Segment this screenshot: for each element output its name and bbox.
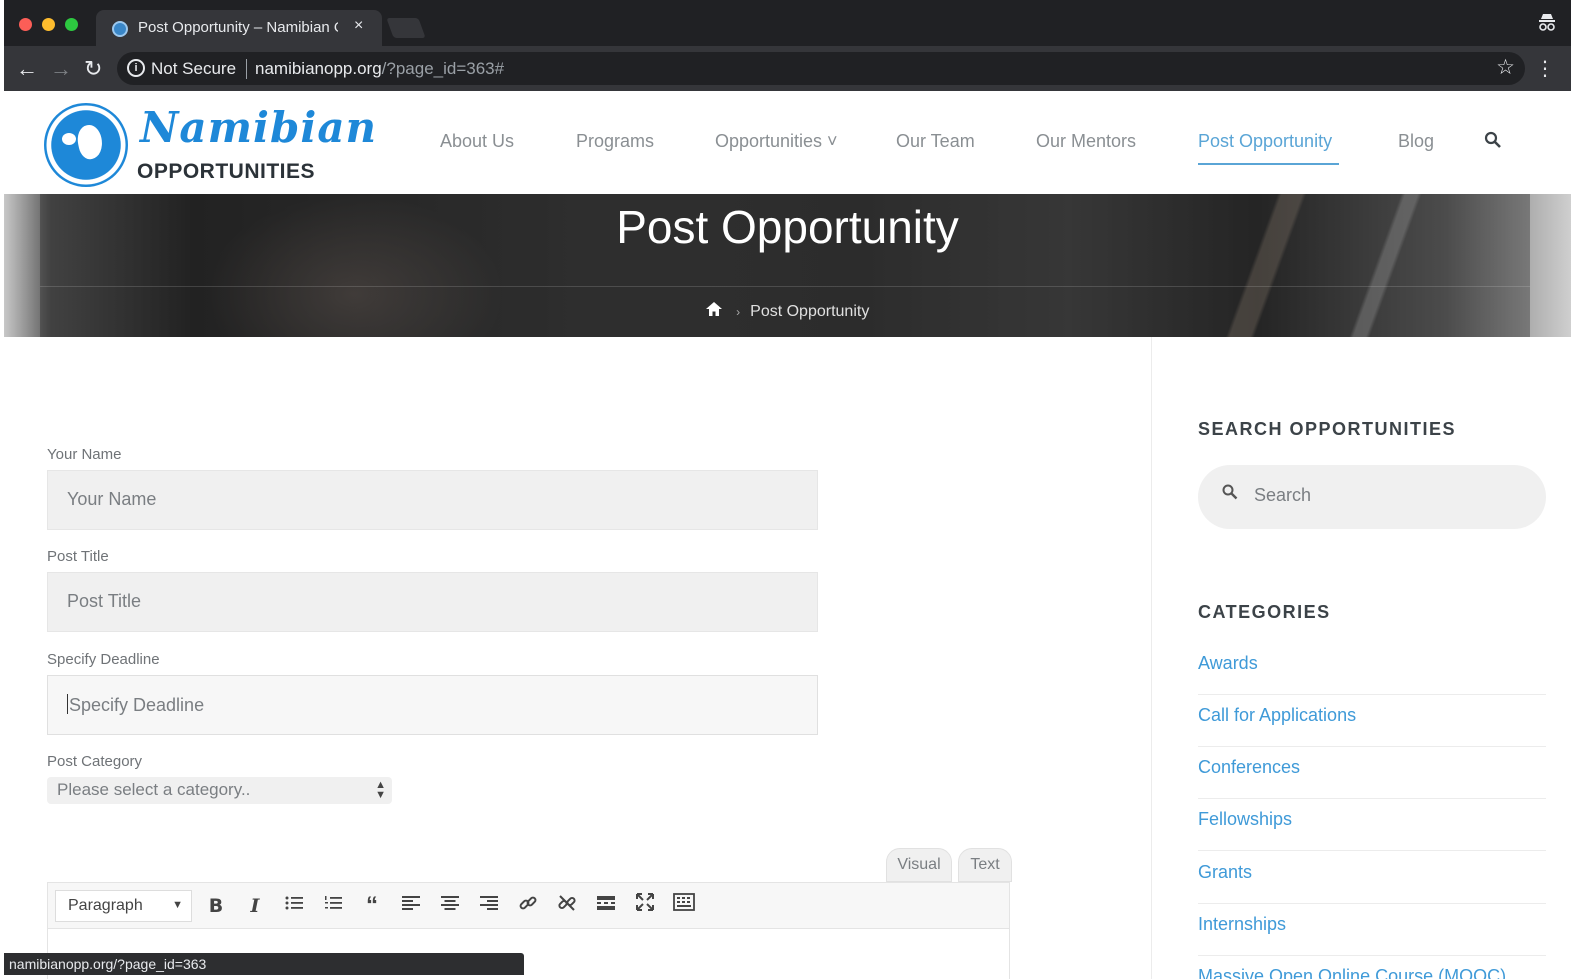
search-placeholder: Search [1254, 485, 1312, 505]
security-label: Not Secure [151, 59, 237, 78]
nav-programs[interactable]: Programs [576, 131, 654, 152]
tab-title: Post Opportunity – Namibian O [138, 19, 338, 36]
editor-toolbar: Paragraph ▼ B I “ [48, 883, 1009, 929]
bold-icon[interactable]: B [203, 893, 229, 919]
format-select-value: Paragraph [68, 897, 143, 914]
site-header: Namibian OPPORTUNITIES About Us Programs… [4, 91, 1571, 195]
text-caret [67, 694, 68, 714]
reload-icon[interactable]: ↻ [84, 56, 102, 82]
url-path: /?page_id=363# [381, 59, 505, 78]
post-title-input[interactable]: Post Title [47, 572, 818, 632]
post-category-label: Post Category [47, 753, 143, 770]
page-hero-banner: Post Opportunity › Post Opportunity [4, 194, 1571, 337]
sidebar-search-input[interactable]: Search [1198, 465, 1546, 529]
breadcrumb-current: Post Opportunity [750, 303, 870, 320]
breadcrumb: › Post Opportunity [4, 302, 1571, 321]
browser-tab-bar: Post Opportunity – Namibian O × [4, 0, 1571, 46]
browser-tab[interactable]: Post Opportunity – Namibian O × [96, 10, 382, 46]
align-left-icon[interactable] [398, 893, 424, 919]
globe-land-shape [74, 122, 106, 162]
numbered-list-icon[interactable] [320, 893, 346, 919]
search-icon [1222, 484, 1238, 505]
category-link-fellowships[interactable]: Fellowships [1198, 799, 1546, 851]
deadline-label: Specify Deadline [47, 651, 160, 668]
your-name-input[interactable]: Your Name [47, 470, 818, 530]
address-separator [246, 59, 247, 79]
content-sidebar-divider [1151, 337, 1152, 979]
category-link-awards[interactable]: Awards [1198, 643, 1546, 695]
post-category-selected: Please select a category.. [57, 780, 251, 799]
category-link-mooc[interactable]: Massive Open Online Course (MOOC) [1198, 956, 1546, 979]
category-link-internships[interactable]: Internships [1198, 904, 1546, 956]
favicon-icon [112, 21, 128, 37]
editor-tab-text[interactable]: Text [958, 848, 1012, 882]
chevron-down-icon: ▼ [172, 899, 183, 911]
breadcrumb-chevron-icon: › [736, 305, 741, 319]
format-select[interactable]: Paragraph ▼ [55, 890, 192, 922]
blockquote-icon[interactable]: “ [359, 893, 385, 919]
window-close-button[interactable] [19, 18, 32, 31]
globe-logo-icon[interactable] [44, 103, 128, 187]
fullscreen-icon[interactable] [632, 893, 658, 919]
nav-our-team[interactable]: Our Team [896, 131, 975, 152]
page-title: Post Opportunity [616, 201, 959, 253]
align-center-icon[interactable] [437, 893, 463, 919]
link-icon[interactable] [515, 893, 541, 919]
url-text[interactable]: namibianopp.org/?page_id=363# [255, 59, 504, 79]
category-link-conferences[interactable]: Conferences [1198, 747, 1546, 799]
italic-icon[interactable]: I [242, 893, 268, 919]
nav-about-us[interactable]: About Us [440, 131, 514, 152]
category-link-call-for-applications[interactable]: Call for Applications [1198, 695, 1546, 747]
editor-tab-visual[interactable]: Visual [886, 848, 952, 882]
browser-toolbar: ← → ↻ i Not Secure namibianopp.org/?page… [4, 46, 1571, 91]
category-link-grants[interactable]: Grants [1198, 852, 1546, 904]
deadline-input[interactable]: Specify Deadline [47, 675, 818, 735]
link-status-bar: namibianopp.org/?page_id=363 [4, 953, 524, 975]
hero-divider [40, 286, 1530, 287]
toolbar-toggle-icon[interactable] [671, 893, 697, 919]
deadline-placeholder: Specify Deadline [69, 695, 205, 715]
search-icon[interactable] [1484, 131, 1502, 154]
address-bar[interactable]: i Not Secure namibianopp.org/?page_id=36… [117, 52, 1525, 85]
globe-land-shape-small [62, 133, 76, 145]
browser-menu-icon[interactable]: ⋮ [1535, 56, 1555, 81]
back-arrow-icon[interactable]: ← [16, 56, 38, 82]
nav-post-opportunity[interactable]: Post Opportunity [1198, 131, 1332, 152]
url-host: namibianopp.org [255, 59, 382, 78]
your-name-label: Your Name [47, 446, 122, 463]
home-icon[interactable] [705, 302, 726, 320]
categories-widget-title: CATEGORIES [1198, 602, 1331, 622]
post-title-label: Post Title [47, 548, 109, 565]
align-right-icon[interactable] [476, 893, 502, 919]
info-icon[interactable]: i [127, 59, 145, 77]
nav-our-mentors[interactable]: Our Mentors [1036, 131, 1136, 152]
tab-close-icon[interactable]: × [354, 17, 363, 35]
read-more-icon[interactable] [593, 893, 619, 919]
incognito-icon [1537, 12, 1557, 37]
bookmark-star-icon[interactable]: ☆ [1496, 55, 1515, 80]
nav-opportunities[interactable]: Opportunities ˅ [715, 131, 838, 152]
bullet-list-icon[interactable] [281, 893, 307, 919]
search-widget-title: SEARCH OPPORTUNITIES [1198, 419, 1457, 439]
browser-window: Post Opportunity – Namibian O × ← → ↻ i … [4, 0, 1571, 979]
window-minimize-button[interactable] [42, 18, 55, 31]
active-nav-underline [1198, 163, 1339, 165]
post-category-select[interactable]: Please select a category.. ▲ ▼ [47, 777, 392, 804]
nav-blog[interactable]: Blog [1398, 131, 1434, 152]
new-tab-button[interactable] [386, 18, 426, 38]
select-arrows-icon: ▲ ▼ [375, 779, 386, 801]
forward-arrow-icon[interactable]: → [50, 56, 72, 82]
logo-script-text[interactable]: Namibian [140, 103, 377, 152]
unlink-icon[interactable] [554, 893, 580, 919]
window-zoom-button[interactable] [65, 18, 78, 31]
logo-subtitle[interactable]: OPPORTUNITIES [137, 160, 315, 184]
